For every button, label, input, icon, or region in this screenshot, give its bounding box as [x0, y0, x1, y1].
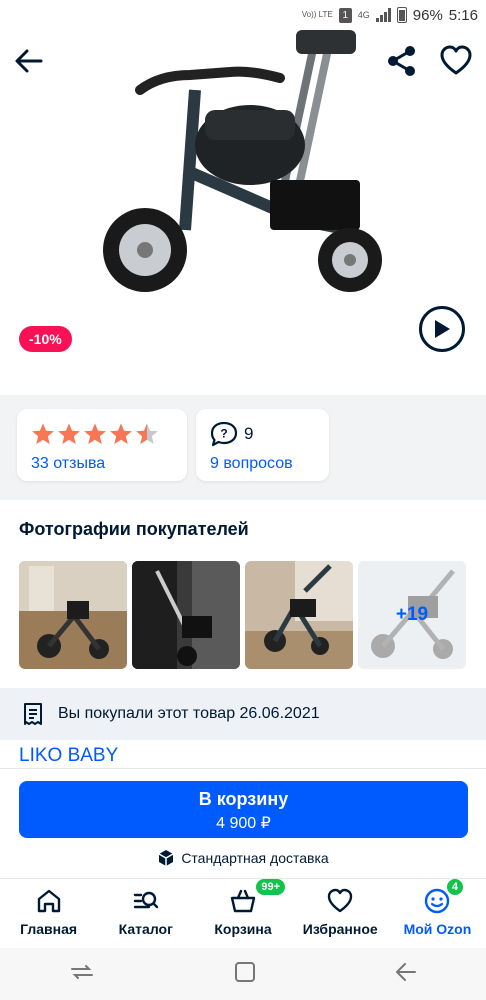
receipt-icon	[24, 703, 42, 725]
tab-cart-label: Корзина	[214, 921, 272, 937]
questions-card[interactable]: ? 9 9 вопросов	[196, 409, 329, 481]
sim-indicator: 1	[338, 7, 352, 23]
discount-badge: -10%	[19, 326, 72, 352]
battery-level: 96%	[412, 6, 443, 24]
tab-home[interactable]: Главная	[0, 879, 97, 948]
tab-favorites-label: Избранное	[302, 921, 378, 937]
buyer-photos-strip: +19	[19, 561, 466, 669]
tab-catalog[interactable]: Каталог	[97, 879, 194, 948]
delivery-text: Стандартная доставка	[181, 850, 329, 866]
home-icon	[37, 889, 60, 913]
reviews-link[interactable]: 33 отзыва	[31, 455, 173, 473]
status-bar: Vo)) LTE 1 4G 96% 5:16	[0, 0, 486, 30]
play-icon	[435, 320, 450, 338]
tab-profile-label: Мой Ozon	[403, 921, 472, 937]
heart-icon	[440, 45, 472, 75]
volte-indicator: Vo)) LTE	[301, 10, 333, 19]
recent-apps-button[interactable]	[69, 961, 95, 988]
chevron-left-icon	[395, 962, 416, 981]
tab-catalog-label: Каталог	[118, 921, 173, 937]
product-page: Vo)) LTE 1 4G 96% 5:16 -10% 33 отзыва ? …	[0, 0, 486, 1000]
star-icon	[84, 423, 106, 444]
product-gallery[interactable]: -10%	[0, 30, 486, 395]
questions-count: 9	[244, 424, 254, 443]
bottom-tab-bar: Главная Каталог 99+ Корзина Избранное 4 …	[0, 878, 486, 948]
star-icon	[110, 423, 132, 444]
share-icon	[388, 46, 415, 76]
buyer-photo[interactable]	[19, 561, 127, 669]
tab-profile[interactable]: 4 Мой Ozon	[389, 879, 486, 948]
recent-apps-icon	[71, 964, 94, 979]
system-back-button[interactable]	[395, 961, 417, 988]
clock: 5:16	[448, 6, 478, 24]
network-indicator: 4G	[357, 10, 370, 20]
heart-icon	[328, 888, 353, 913]
more-photos-count: +19	[358, 561, 466, 669]
arrow-left-icon	[15, 49, 43, 73]
product-image	[103, 30, 382, 292]
tab-cart[interactable]: 99+ Корзина	[194, 879, 291, 948]
reviews-card[interactable]: 33 отзыва	[17, 409, 187, 481]
price: 4 900 ₽	[216, 815, 271, 832]
basket-icon	[230, 889, 256, 913]
buyer-photo-more[interactable]: +19	[358, 561, 466, 669]
tab-favorites[interactable]: Избранное	[292, 879, 389, 948]
share-button[interactable]	[386, 44, 418, 78]
cart-area: В корзину 4 900 ₽ Стандартная доставка	[0, 768, 486, 878]
favorite-button[interactable]	[439, 44, 473, 78]
catalog-search-icon	[133, 891, 158, 909]
questions-link[interactable]: 9 вопросов	[210, 455, 315, 473]
system-nav-bar	[0, 948, 486, 1000]
purchase-history-banner: Вы покупали этот товар 26.06.2021	[0, 688, 486, 740]
star-icon	[58, 423, 80, 444]
battery-icon	[396, 7, 407, 23]
signal-icon	[375, 8, 391, 22]
add-to-cart-label: В корзину	[198, 789, 289, 809]
cart-badge: 99+	[256, 879, 286, 895]
profile-badge: 4	[446, 879, 463, 895]
rating-panel: 33 отзыва ? 9 9 вопросов	[0, 395, 486, 500]
box-icon	[158, 850, 174, 866]
svg-text:?: ?	[220, 427, 227, 441]
back-button[interactable]	[12, 44, 46, 78]
buyer-photo[interactable]	[132, 561, 240, 669]
add-to-cart-button[interactable]: В корзину 4 900 ₽	[19, 781, 468, 838]
brand-link[interactable]: LIKO BABY	[19, 745, 118, 767]
video-play-button[interactable]	[419, 306, 465, 352]
delivery-info: Стандартная доставка	[0, 849, 486, 867]
square-icon	[234, 961, 255, 982]
star-icon	[32, 423, 54, 444]
star-icon	[136, 423, 158, 444]
buyer-photo[interactable]	[245, 561, 353, 669]
purchase-text: Вы покупали этот товар 26.06.2021	[58, 705, 320, 722]
home-system-button[interactable]	[234, 961, 256, 988]
tab-home-label: Главная	[20, 921, 78, 937]
question-bubble-icon: ?	[210, 421, 238, 447]
buyer-photos-title: Фотографии покупателей	[19, 519, 249, 539]
rating-stars	[31, 421, 173, 447]
